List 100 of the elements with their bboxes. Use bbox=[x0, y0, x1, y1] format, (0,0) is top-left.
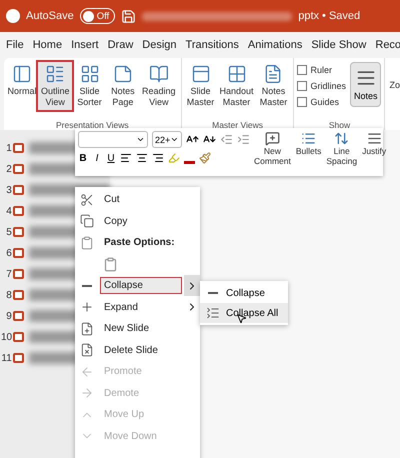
menu-tab[interactable]: Animations bbox=[248, 39, 302, 51]
menu-item[interactable]: New Slide bbox=[75, 318, 200, 340]
slide-number: 11 bbox=[1, 352, 12, 364]
slide-icon[interactable] bbox=[12, 164, 24, 174]
right-arrow-icon bbox=[80, 386, 94, 400]
window-title: pptx • Saved bbox=[298, 10, 360, 22]
slide-number: 8 bbox=[5, 290, 12, 300]
menu-item[interactable]: Copy bbox=[75, 210, 200, 232]
slide-number: 4 bbox=[5, 206, 12, 216]
grid-icon bbox=[80, 64, 100, 84]
submenu-item[interactable]: Collapse All bbox=[200, 303, 288, 323]
book-icon bbox=[148, 64, 169, 84]
menu-tab[interactable]: Insert bbox=[71, 39, 99, 51]
slide-icon[interactable] bbox=[12, 227, 24, 237]
align-left-icon[interactable] bbox=[120, 152, 132, 164]
group-label: Presentation Views bbox=[55, 120, 130, 130]
new-comment-button[interactable]: New Comment bbox=[253, 131, 292, 173]
justify-button[interactable]: Justify bbox=[361, 131, 388, 173]
minus-icon bbox=[208, 292, 218, 294]
checkbox-label: Gridlines bbox=[310, 81, 346, 91]
slide-icon[interactable] bbox=[12, 248, 24, 258]
scissors-icon bbox=[80, 192, 94, 207]
new-slide-icon bbox=[80, 322, 94, 336]
left-arrow-icon bbox=[80, 364, 94, 379]
view-button[interactable]: Handout Master bbox=[218, 62, 256, 110]
italic-button[interactable]: I bbox=[92, 152, 102, 164]
align-right-icon[interactable] bbox=[152, 152, 164, 164]
collapse-list-icon bbox=[206, 306, 220, 320]
view-button[interactable]: Slide Master bbox=[184, 62, 216, 110]
menu-item[interactable]: Cut bbox=[75, 189, 200, 210]
slide-icon[interactable] bbox=[12, 206, 24, 216]
group-label: Show bbox=[328, 120, 352, 130]
checkbox[interactable] bbox=[297, 81, 308, 91]
slide-number: 9 bbox=[5, 310, 12, 322]
slide-number: 6 bbox=[5, 248, 12, 258]
view-button[interactable]: Notes Master bbox=[256, 62, 290, 110]
slide-icon[interactable] bbox=[13, 332, 24, 342]
slide-number: 10 bbox=[1, 332, 12, 342]
zoom-button[interactable]: Zo bbox=[385, 58, 400, 130]
increase-indent-icon[interactable] bbox=[237, 133, 250, 146]
view-button[interactable]: Outline View bbox=[38, 62, 72, 110]
menu-tab[interactable]: Design bbox=[142, 39, 177, 51]
bold-button[interactable]: B bbox=[78, 152, 88, 164]
outline-icon bbox=[45, 64, 66, 84]
justify-icon bbox=[366, 131, 382, 146]
view-button[interactable]: Slide Sorter bbox=[73, 62, 106, 110]
menu-tab[interactable]: File bbox=[6, 39, 24, 51]
align-center-icon[interactable] bbox=[136, 152, 148, 164]
delete-slide-icon bbox=[80, 343, 94, 358]
slide-icon[interactable] bbox=[12, 269, 24, 279]
decrease-indent-icon[interactable] bbox=[220, 133, 233, 146]
slide-icon[interactable] bbox=[12, 353, 24, 363]
autosave-toggle[interactable]: Off bbox=[80, 8, 116, 24]
menu-tab[interactable]: Draw bbox=[108, 39, 134, 51]
menu-tab[interactable]: Slide Show bbox=[311, 39, 366, 51]
save-icon[interactable] bbox=[121, 8, 136, 24]
clipboard-icon bbox=[80, 236, 94, 250]
submenu-item[interactable]: Expand bbox=[100, 298, 142, 316]
comment-icon bbox=[264, 131, 280, 146]
grid-icon bbox=[226, 64, 246, 84]
menu-tab[interactable]: Transitions bbox=[186, 39, 239, 51]
paintbrush-icon[interactable] bbox=[199, 152, 211, 164]
slide-number: 2 bbox=[5, 164, 12, 174]
bullets-button[interactable]: Bullets bbox=[294, 131, 322, 173]
menu-item[interactable]: Delete Slide bbox=[75, 340, 200, 361]
page-icon bbox=[263, 64, 284, 84]
slide-icon[interactable] bbox=[12, 143, 24, 153]
slide-number: 5 bbox=[5, 226, 12, 238]
underline-button[interactable]: U bbox=[106, 152, 116, 164]
view-button[interactable]: Normal bbox=[7, 62, 37, 99]
line-spacing-icon bbox=[334, 131, 350, 146]
copy-icon bbox=[80, 214, 94, 228]
view-button[interactable]: Reading View bbox=[140, 62, 178, 110]
slide-icon[interactable] bbox=[12, 185, 24, 195]
font-field[interactable] bbox=[78, 131, 148, 148]
checkbox-label: Guides bbox=[310, 97, 339, 107]
bullets-icon bbox=[301, 131, 316, 146]
menu-tab[interactable]: Home bbox=[32, 39, 62, 51]
slide-number: 1 bbox=[5, 142, 12, 154]
caret-icon bbox=[170, 135, 179, 144]
submenu-item[interactable]: Collapse bbox=[200, 283, 288, 303]
note-page-icon bbox=[112, 64, 133, 84]
slide-number: 7 bbox=[5, 268, 12, 280]
checkbox[interactable] bbox=[297, 97, 308, 107]
view-button[interactable]: Notes Page bbox=[106, 62, 139, 110]
checkbox[interactable] bbox=[297, 65, 308, 75]
layout-icon bbox=[12, 64, 32, 84]
notes-button[interactable]: Notes bbox=[350, 62, 382, 107]
slide-icon[interactable] bbox=[12, 290, 24, 300]
line-spacing-button[interactable]: Line Spacing bbox=[325, 131, 358, 173]
plus-icon bbox=[80, 300, 94, 314]
slide-number: 3 bbox=[5, 184, 12, 196]
paste-icon[interactable] bbox=[103, 256, 118, 272]
minus-icon bbox=[82, 285, 92, 286]
slide-icon[interactable] bbox=[12, 311, 24, 321]
caret-icon bbox=[136, 135, 145, 144]
autosave-label: AutoSave bbox=[26, 10, 74, 22]
size-field[interactable]: 22+ bbox=[152, 131, 182, 148]
submenu-item[interactable]: Collapse bbox=[100, 277, 182, 294]
paste-options-label: Paste Options: bbox=[103, 236, 176, 250]
